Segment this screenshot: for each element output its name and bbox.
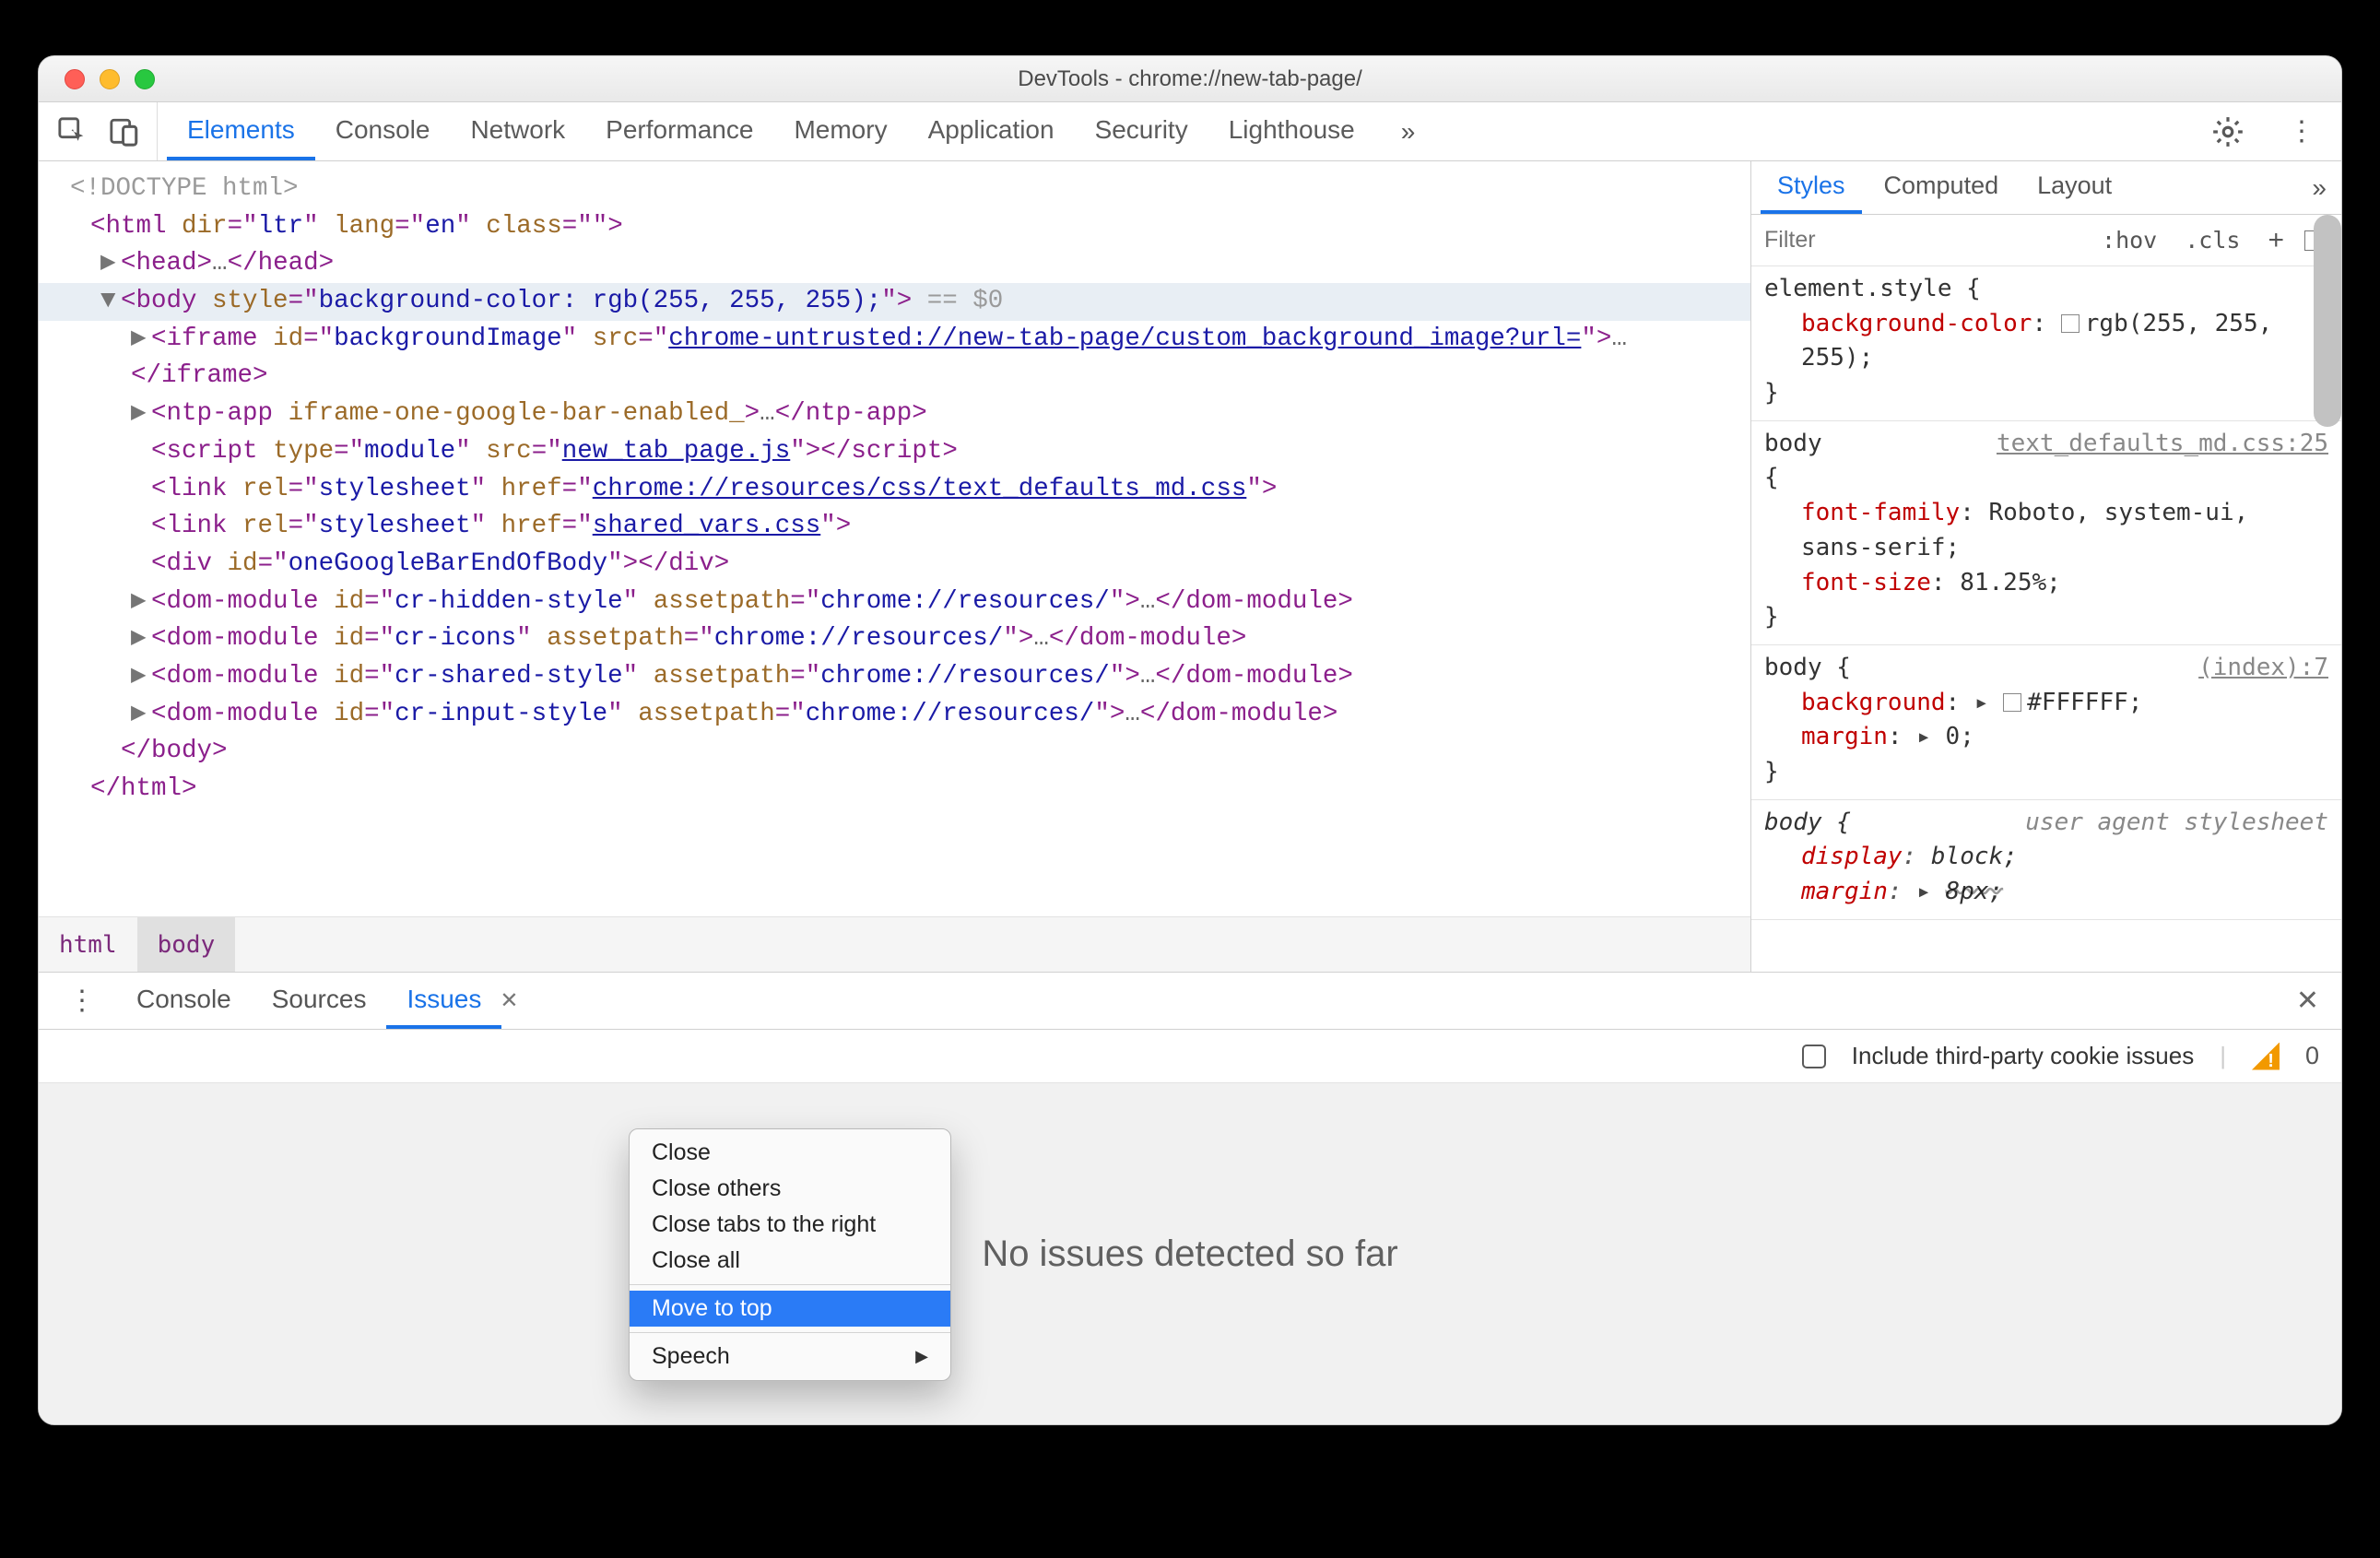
tab-application[interactable]: Application	[908, 102, 1075, 160]
tab-memory[interactable]: Memory	[773, 102, 907, 160]
menu-item-close-others[interactable]: Close others	[630, 1171, 950, 1207]
main-tabs: ElementsConsoleNetworkPerformanceMemoryA…	[167, 102, 1375, 160]
device-toggle-icon[interactable]	[109, 116, 140, 148]
issues-empty-text: No issues detected so far	[982, 1233, 1397, 1275]
menu-item-move-to-top[interactable]: Move to top	[630, 1291, 950, 1327]
more-icon[interactable]: ⋮	[2271, 115, 2332, 148]
style-rule[interactable]: element.style {background-color: rgb(255…	[1751, 266, 2341, 421]
drawer-close-icon[interactable]: ✕	[2287, 985, 2328, 1017]
scrollbar[interactable]	[2314, 215, 2341, 427]
tabs-overflow-icon[interactable]: »	[1384, 117, 1432, 147]
dom-tree[interactable]: <!DOCTYPE html><html dir="ltr" lang="en"…	[39, 161, 1750, 916]
warning-icon	[2252, 1043, 2280, 1070]
inspect-icon[interactable]	[57, 116, 88, 148]
elements-panel: <!DOCTYPE html><html dir="ltr" lang="en"…	[39, 161, 1751, 972]
styles-tab-layout[interactable]: Layout	[2021, 161, 2128, 214]
drawer: ⋮ ConsoleSourcesIssues✕ ✕ Include third-…	[39, 973, 2341, 1424]
crumb-html[interactable]: html	[39, 917, 137, 972]
styles-tabs: StylesComputedLayout »	[1751, 161, 2341, 215]
third-party-label: Include third-party cookie issues	[1852, 1042, 2194, 1070]
menu-item-close[interactable]: Close	[630, 1135, 950, 1171]
titlebar: DevTools - chrome://new-tab-page/	[39, 56, 2341, 102]
devtools-window: DevTools - chrome://new-tab-page/ Elemen…	[38, 55, 2342, 1425]
drawer-tab-console[interactable]: Console	[116, 973, 252, 1029]
new-rule-button[interactable]: +	[2260, 225, 2292, 256]
style-rule[interactable]: body {(index):7background: ▸ #FFFFFF;mar…	[1751, 645, 2341, 800]
settings-icon[interactable]	[2194, 114, 2262, 149]
main-area: <!DOCTYPE html><html dir="ltr" lang="en"…	[39, 161, 2341, 973]
tab-security[interactable]: Security	[1075, 102, 1208, 160]
hov-toggle[interactable]: :hov	[2094, 227, 2164, 254]
style-rule[interactable]: body {user agent stylesheetdisplay: bloc…	[1751, 800, 2341, 920]
style-rules[interactable]: element.style {background-color: rgb(255…	[1751, 266, 2341, 972]
main-tab-strip: ElementsConsoleNetworkPerformanceMemoryA…	[39, 102, 2341, 161]
issue-count: 0	[2305, 1042, 2319, 1070]
drawer-tab-sources[interactable]: Sources	[252, 973, 387, 1029]
styles-toolbar: :hov .cls +	[1751, 215, 2341, 266]
cls-toggle[interactable]: .cls	[2177, 227, 2247, 254]
drawer-tab-strip: ⋮ ConsoleSourcesIssues✕ ✕	[39, 973, 2341, 1030]
issues-toolbar: Include third-party cookie issues | 0	[39, 1030, 2341, 1083]
tab-elements[interactable]: Elements	[167, 102, 315, 160]
drawer-content: No issues detected so far	[39, 1083, 2341, 1424]
tab-network[interactable]: Network	[450, 102, 585, 160]
styles-filter-input[interactable]	[1762, 226, 1882, 254]
breadcrumb: htmlbody	[39, 916, 1750, 972]
styles-overflow-icon[interactable]: »	[2306, 173, 2332, 203]
tab-console[interactable]: Console	[315, 102, 451, 160]
styles-panel: StylesComputedLayout » :hov .cls + eleme…	[1751, 161, 2341, 972]
window-title: DevTools - chrome://new-tab-page/	[39, 66, 2341, 92]
third-party-checkbox[interactable]	[1802, 1045, 1826, 1068]
menu-item-close-all[interactable]: Close all	[630, 1243, 950, 1279]
styles-tab-styles[interactable]: Styles	[1761, 161, 1862, 214]
styles-tab-computed[interactable]: Computed	[1867, 161, 2016, 214]
drawer-more-icon[interactable]: ⋮	[52, 985, 116, 1017]
menu-item-speech[interactable]: Speech▶	[630, 1339, 950, 1375]
crumb-body[interactable]: body	[137, 917, 236, 972]
tab-performance[interactable]: Performance	[585, 102, 773, 160]
style-rule[interactable]: bodytext_defaults_md.css:25{font-family:…	[1751, 421, 2341, 645]
drawer-tab-close-icon[interactable]: ✕	[492, 987, 525, 1014]
tab-lighthouse[interactable]: Lighthouse	[1208, 102, 1375, 160]
drawer-tab-issues[interactable]: Issues	[386, 973, 501, 1029]
context-menu: CloseClose othersClose tabs to the right…	[629, 1128, 951, 1381]
submenu-arrow-icon: ▶	[915, 1347, 928, 1366]
menu-item-close-tabs-to-the-right[interactable]: Close tabs to the right	[630, 1207, 950, 1243]
